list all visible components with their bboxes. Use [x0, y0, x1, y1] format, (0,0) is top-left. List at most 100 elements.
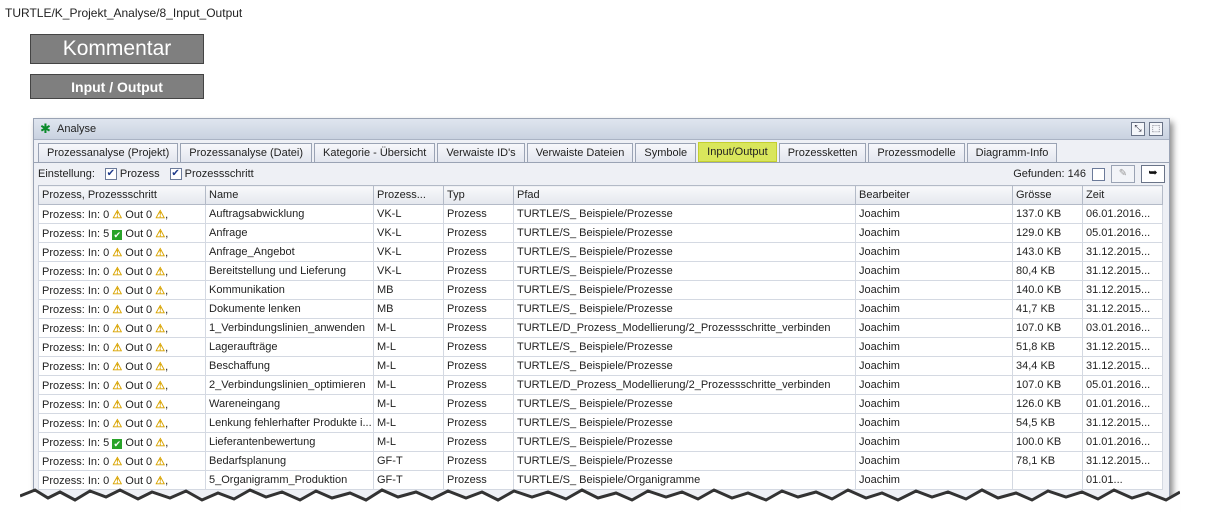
io-cell: Prozess: In: 0 ⚠ Out 0 ⚠,: [38, 413, 206, 433]
cell-zeit: 31.12.2015...: [1082, 356, 1163, 376]
in-count: Prozess: In: 0: [42, 379, 110, 392]
cell-pfad: TURTLE/S_ Beispiele/Prozesse: [513, 413, 856, 433]
cell-typ: Prozess: [443, 413, 514, 433]
cell-code: MB: [373, 280, 444, 300]
table-row[interactable]: Prozess: In: 0 ⚠ Out 0 ⚠, Bedarfsplanung G…: [38, 451, 1163, 471]
io-cell: Prozess: In: 5 ✔ Out 0 ⚠,: [38, 432, 206, 452]
cell-bearbeiter: Joachim: [855, 299, 1013, 319]
table-row[interactable]: Prozess: In: 0 ⚠ Out 0 ⚠, 5_Organigramm_P…: [38, 470, 1163, 490]
table-row[interactable]: Prozess: In: 0 ⚠ Out 0 ⚠, Lageraufträge M-…: [38, 337, 1163, 357]
tab-prozessketten[interactable]: Prozessketten: [778, 143, 867, 162]
table-row[interactable]: Prozess: In: 0 ⚠ Out 0 ⚠, Bereitstellung …: [38, 261, 1163, 281]
tab-diagramm-info[interactable]: Diagramm-Info: [966, 143, 1058, 162]
prozessschritt-checkbox[interactable]: ✔: [169, 168, 182, 180]
warning-icon: ⚠: [155, 455, 166, 468]
cell-typ: Prozess: [443, 470, 514, 490]
warning-icon: ⚠: [112, 322, 123, 335]
cell-typ: Prozess: [443, 451, 514, 471]
table-row[interactable]: Prozess: In: 0 ⚠ Out 0 ⚠, Dokumente lenke…: [38, 299, 1163, 319]
cell-zeit: 06.01.2016...: [1082, 204, 1163, 224]
warning-icon: ⚠: [112, 208, 123, 221]
tab-verwaiste-id-s[interactable]: Verwaiste ID's: [437, 143, 525, 162]
in-count: Prozess: In: 0: [42, 341, 110, 354]
table-row[interactable]: Prozess: In: 0 ⚠ Out 0 ⚠, Beschaffung M-L P…: [38, 356, 1163, 376]
export-arrow-icon[interactable]: ➥: [1141, 165, 1165, 183]
tab-symbole[interactable]: Symbole: [635, 143, 697, 162]
cell-name: 1_Verbindungslinien_anwenden: [205, 318, 374, 338]
out-count: Out 0: [125, 436, 153, 449]
column-header[interactable]: Grösse: [1012, 185, 1083, 205]
tab-input-output[interactable]: Input/Output: [698, 142, 777, 162]
column-header[interactable]: Typ: [443, 185, 514, 205]
out-count: Out 0: [125, 246, 153, 259]
out-count: Out 0: [125, 284, 153, 297]
io-cell: Prozess: In: 0 ⚠ Out 0 ⚠,: [38, 318, 206, 338]
cell-bearbeiter: Joachim: [855, 394, 1013, 414]
warning-icon: ⚠: [155, 322, 166, 335]
warning-icon: ⚠: [155, 246, 166, 259]
cell-bearbeiter: Joachim: [855, 451, 1013, 471]
tab-bar: Prozessanalyse (Projekt) Prozessanalyse (…: [34, 140, 1169, 163]
cell-groesse: 140.0 KB: [1012, 280, 1083, 300]
cell-bearbeiter: Joachim: [855, 432, 1013, 452]
check-icon: ✔: [112, 229, 123, 240]
out-count: Out 0: [125, 208, 153, 221]
io-cell: Prozess: In: 0 ⚠ Out 0 ⚠,: [38, 356, 206, 376]
in-count: Prozess: In: 0: [42, 398, 110, 411]
table-row[interactable]: Prozess: In: 0 ⚠ Out 0 ⚠, Lenkung fehlerh…: [38, 413, 1163, 433]
table-row[interactable]: Prozess: In: 0 ⚠ Out 0 ⚠, Anfrage_Angebot…: [38, 242, 1163, 262]
prozess-checkbox[interactable]: ✔: [104, 168, 117, 180]
cell-pfad: TURTLE/S_ Beispiele/Prozesse: [513, 280, 856, 300]
warning-icon: ⚠: [155, 436, 166, 449]
cell-pfad: TURTLE/S_ Beispiele/Prozesse: [513, 356, 856, 376]
table-row[interactable]: Prozess: In: 0 ⚠ Out 0 ⚠, Wareneingang M-L…: [38, 394, 1163, 414]
edit-icon[interactable]: ✎: [1111, 165, 1135, 183]
in-count: Prozess: In: 0: [42, 303, 110, 316]
io-cell: Prozess: In: 0 ⚠ Out 0 ⚠,: [38, 470, 206, 490]
cell-name: Lenkung fehlerhafter Produkte i...: [205, 413, 374, 433]
tab-prozessmodelle[interactable]: Prozessmodelle: [868, 143, 965, 162]
column-header[interactable]: Pfad: [513, 185, 856, 205]
cell-code: M-L: [373, 318, 444, 338]
cell-name: Auftragsabwicklung: [205, 204, 374, 224]
cell-zeit: 01.01...: [1082, 470, 1163, 490]
maximize-icon[interactable]: ⬚: [1149, 122, 1163, 136]
io-cell: Prozess: In: 0 ⚠ Out 0 ⚠,: [38, 375, 206, 395]
warning-icon: ⚠: [112, 246, 123, 259]
table-row[interactable]: Prozess: In: 0 ⚠ Out 0 ⚠, Kommunikation MB…: [38, 280, 1163, 300]
column-header[interactable]: Name: [205, 185, 374, 205]
column-header[interactable]: Zeit: [1082, 185, 1163, 205]
table-row[interactable]: Prozess: In: 0 ⚠ Out 0 ⚠, 1_Verbindungsli…: [38, 318, 1163, 338]
table-row[interactable]: Prozess: In: 0 ⚠ Out 0 ⚠, 2_Verbindungsli…: [38, 375, 1163, 395]
table-row[interactable]: Prozess: In: 5 ✔ Out 0 ⚠, Anfrage VK-L Proz…: [38, 223, 1163, 243]
settings-bar: Einstellung: ✔ Prozess ✔ Prozessschritt …: [34, 163, 1169, 185]
column-header[interactable]: Prozess, Prozessschritt: [38, 185, 206, 205]
cell-zeit: 05.01.2016...: [1082, 375, 1163, 395]
in-count: Prozess: In: 0: [42, 246, 110, 259]
warning-icon: ⚠: [155, 284, 166, 297]
io-cell: Prozess: In: 0 ⚠ Out 0 ⚠,: [38, 280, 206, 300]
column-header[interactable]: Bearbeiter: [855, 185, 1013, 205]
check-icon: ✔: [112, 438, 123, 449]
tab-prozessanalyse-projekt[interactable]: Prozessanalyse (Projekt): [38, 143, 179, 162]
filter-checkbox[interactable]: [1092, 167, 1105, 181]
tab-kategorie-bersicht[interactable]: Kategorie - Übersicht: [314, 143, 436, 162]
tab-verwaiste-dateien[interactable]: Verwaiste Dateien: [526, 143, 634, 162]
cell-code: GF-T: [373, 470, 444, 490]
column-header[interactable]: Prozess...: [373, 185, 444, 205]
warning-icon: ⚠: [112, 474, 123, 487]
cell-groesse: 129.0 KB: [1012, 223, 1083, 243]
input-output-button[interactable]: Input / Output: [30, 74, 204, 99]
kommentar-button[interactable]: Kommentar: [30, 34, 204, 64]
restore-icon[interactable]: ⤡: [1131, 122, 1145, 136]
cell-bearbeiter: Joachim: [855, 242, 1013, 262]
out-count: Out 0: [125, 265, 153, 278]
cell-pfad: TURTLE/S_ Beispiele/Prozesse: [513, 432, 856, 452]
cell-typ: Prozess: [443, 337, 514, 357]
cell-pfad: TURTLE/S_ Beispiele/Prozesse: [513, 451, 856, 471]
cell-groesse: 107.0 KB: [1012, 375, 1083, 395]
tab-prozessanalyse-datei[interactable]: Prozessanalyse (Datei): [180, 143, 312, 162]
table-row[interactable]: Prozess: In: 5 ✔ Out 0 ⚠, Lieferantenbewe…: [38, 432, 1163, 452]
table-row[interactable]: Prozess: In: 0 ⚠ Out 0 ⚠, Auftragsabwickl…: [38, 204, 1163, 224]
cell-bearbeiter: Joachim: [855, 280, 1013, 300]
